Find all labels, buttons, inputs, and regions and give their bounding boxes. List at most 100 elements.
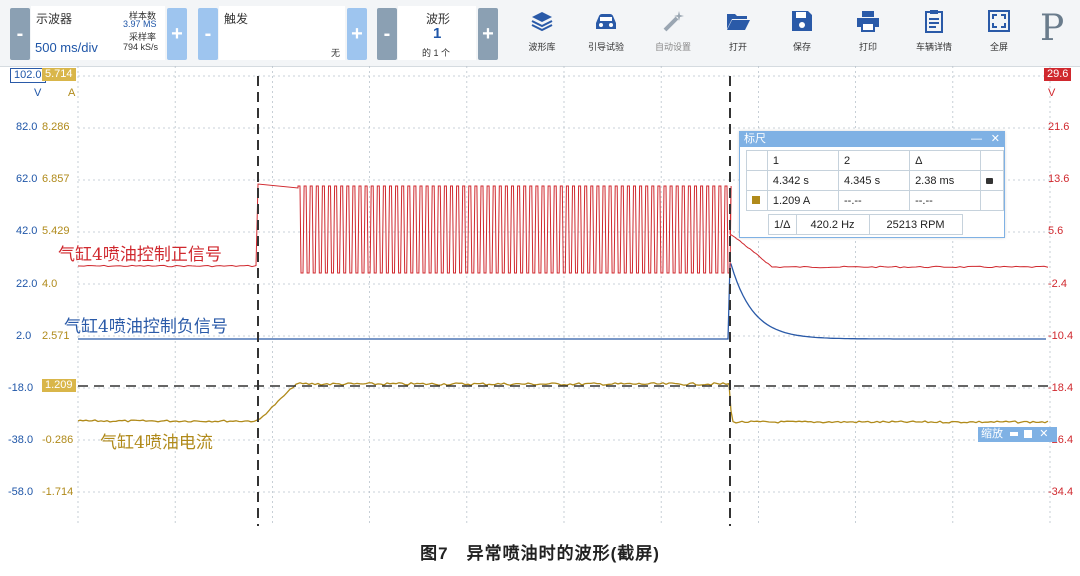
ruler-freq-value: 420.2 Hz (795, 214, 870, 235)
ruler-col-delta: Δ (909, 150, 982, 171)
right-axis-tick: 5.6 (1048, 225, 1064, 238)
guided-test-label: 引导试验 (587, 42, 624, 52)
ruler-header-row: 1 2 Δ (746, 150, 1004, 171)
waveform-library-icon (531, 12, 553, 32)
ruler-color-cell (746, 170, 768, 191)
ruler-current-2: --.-- (837, 190, 911, 211)
save-label: 保存 (792, 42, 811, 52)
waveform-library-button[interactable]: 波形库 (514, 8, 570, 53)
waveform-of-text: 的 1 个 (422, 48, 451, 58)
fullscreen-button[interactable]: 全屏 (971, 8, 1027, 53)
ruler-current-delta: --.-- (909, 190, 982, 211)
ruler-panel-title: 标尺 (744, 133, 766, 145)
right-axis-tick: -18.4 (1048, 382, 1074, 394)
folder-open-icon (727, 14, 750, 30)
zoom-widget[interactable]: 缩放 ✕ (978, 427, 1057, 442)
ruler-time-2: 4.345 s (837, 170, 911, 191)
ruler-frequency-row: 1/Δ 420.2 Hz 25213 RPM (768, 214, 963, 235)
printer-icon (857, 11, 879, 32)
timebase-increase-button[interactable]: + (167, 8, 187, 60)
left-axis-tick: -38.0 (8, 434, 34, 447)
ruler-minimize-icon[interactable]: — (971, 132, 982, 147)
fullscreen-label: 全屏 (989, 42, 1008, 52)
right-axis-tick: -10.4 (1048, 329, 1074, 342)
ruler-empty-cell (980, 190, 1004, 211)
left-axis-unit: V (34, 87, 42, 99)
ruler-time-1: 4.342 s (766, 170, 840, 191)
left-axis2-tick: 4.0 (42, 277, 58, 290)
waveform-increase-button[interactable]: + (478, 8, 498, 60)
right-axis-tick: 13.6 (1048, 173, 1070, 186)
zoom-title: 缩放 (981, 428, 1003, 440)
ruler-current-1: 1.209 A (766, 190, 840, 211)
open-label: 打开 (728, 42, 747, 52)
trigger-title: 触发 (224, 12, 249, 26)
left-axis-tick: 42.0 (16, 225, 38, 238)
brand-logo: P (1040, 8, 1065, 49)
left-axis-tick: -58.0 (8, 486, 34, 499)
left-axis-tick: 62.0 (16, 173, 38, 186)
waveform-decrease-button[interactable]: - (377, 8, 397, 60)
figure-caption: 图7 异常喷油时的波形(截屏) (420, 544, 660, 563)
ruler-col-2: 2 (837, 150, 911, 171)
right-axis-tick: 21.6 (1048, 121, 1070, 133)
current-trace (77, 382, 1049, 424)
left-axis2-tick: 8.286 (42, 121, 70, 133)
left-axis2-tick: -0.286 (42, 434, 74, 447)
waveform-number: 1 (433, 25, 442, 42)
save-button[interactable]: 保存 (774, 8, 830, 53)
ruler-lock-cell[interactable] (980, 170, 1004, 191)
guided-test-button[interactable]: 引导试验 (578, 8, 634, 53)
trigger-decrease-button[interactable]: - (198, 8, 218, 60)
ruler-table: 1 2 Δ 4.342 s 4.345 s 2.38 ms 1.209 A --… (746, 150, 1004, 211)
left-axis2-tick: -1.714 (42, 486, 74, 499)
zoom-box-icon[interactable] (1024, 430, 1033, 439)
auto-setup-button[interactable]: 自动设置 (645, 8, 701, 53)
trigger-mode[interactable]: 无 (331, 46, 340, 59)
vehicle-details-label: 车辆详情 (915, 42, 952, 52)
timebase-decrease-button[interactable]: - (10, 8, 30, 60)
ruler-rpm-value: 25213 RPM (868, 214, 963, 235)
print-label: 打印 (858, 42, 877, 52)
left-axis2-top-value[interactable]: 5.714 (42, 68, 76, 81)
left-axis-top-value[interactable]: 102.0 (10, 68, 46, 83)
sample-count-value: 3.97 MS (123, 19, 157, 29)
zoom-in-icon[interactable] (1010, 432, 1019, 437)
left-axis2-tick: 5.429 (42, 225, 70, 238)
ruler-col-1: 1 (766, 150, 840, 171)
ruler-time-delta: 2.38 ms (909, 170, 982, 191)
ruler-freq-label: 1/Δ (768, 214, 797, 235)
timebase-value[interactable]: 500 ms/div (35, 40, 98, 55)
waveform-group: 波形 1 的 1 个 (398, 6, 476, 60)
right-axis-top-value[interactable]: 29.6 (1044, 68, 1072, 81)
ruler-panel-header[interactable]: 标尺 — ✕ (740, 132, 1004, 147)
negative-signal-label: 气缸4喷油控制负信号 (64, 317, 228, 337)
trigger-group: 触发 无 (219, 6, 345, 60)
car-icon (596, 14, 616, 29)
right-axis-tick: -2.4 (1048, 277, 1067, 290)
sample-rate-value: 794 kS/s (123, 42, 159, 52)
left-axis2-unit: A (68, 87, 76, 99)
lock-icon[interactable] (986, 177, 994, 184)
floppy-disk-icon (792, 11, 812, 31)
magic-wand-icon (663, 11, 684, 32)
toolbar: - 示波器 样本数 3.97 MS 采样率 794 kS/s 500 ms/di… (0, 0, 1080, 67)
ruler-panel[interactable]: 标尺 — ✕ 1 2 Δ 4.342 s 4.345 s 2.38 ms 1.2… (739, 131, 1005, 238)
left-axis-tick: -18.0 (8, 382, 34, 394)
left-axis-tick: 22.0 (16, 277, 38, 290)
right-axis-unit: V (1048, 87, 1056, 99)
ruler-close-icon[interactable]: ✕ (991, 132, 1000, 147)
current-cursor-value-tag[interactable]: 1.209 (42, 379, 76, 392)
trigger-increase-button[interactable]: + (347, 8, 367, 60)
left-axis-tick: 2.0 (16, 329, 32, 342)
print-button[interactable]: 打印 (840, 8, 896, 53)
waveform-library-label: 波形库 (528, 42, 556, 52)
current-signal-label: 气缸4喷油电流 (100, 433, 213, 453)
open-button[interactable]: 打开 (710, 8, 766, 53)
zoom-close-icon[interactable]: ✕ (1039, 428, 1048, 440)
positive-signal-label: 气缸4喷油控制正信号 (58, 245, 222, 265)
right-axis-tick: -34.4 (1048, 486, 1074, 499)
ruler-frequency-table: 1/Δ 420.2 Hz 25213 RPM (768, 214, 963, 235)
current-color-swatch (752, 195, 760, 204)
vehicle-details-button[interactable]: 车辆详情 (906, 8, 962, 53)
